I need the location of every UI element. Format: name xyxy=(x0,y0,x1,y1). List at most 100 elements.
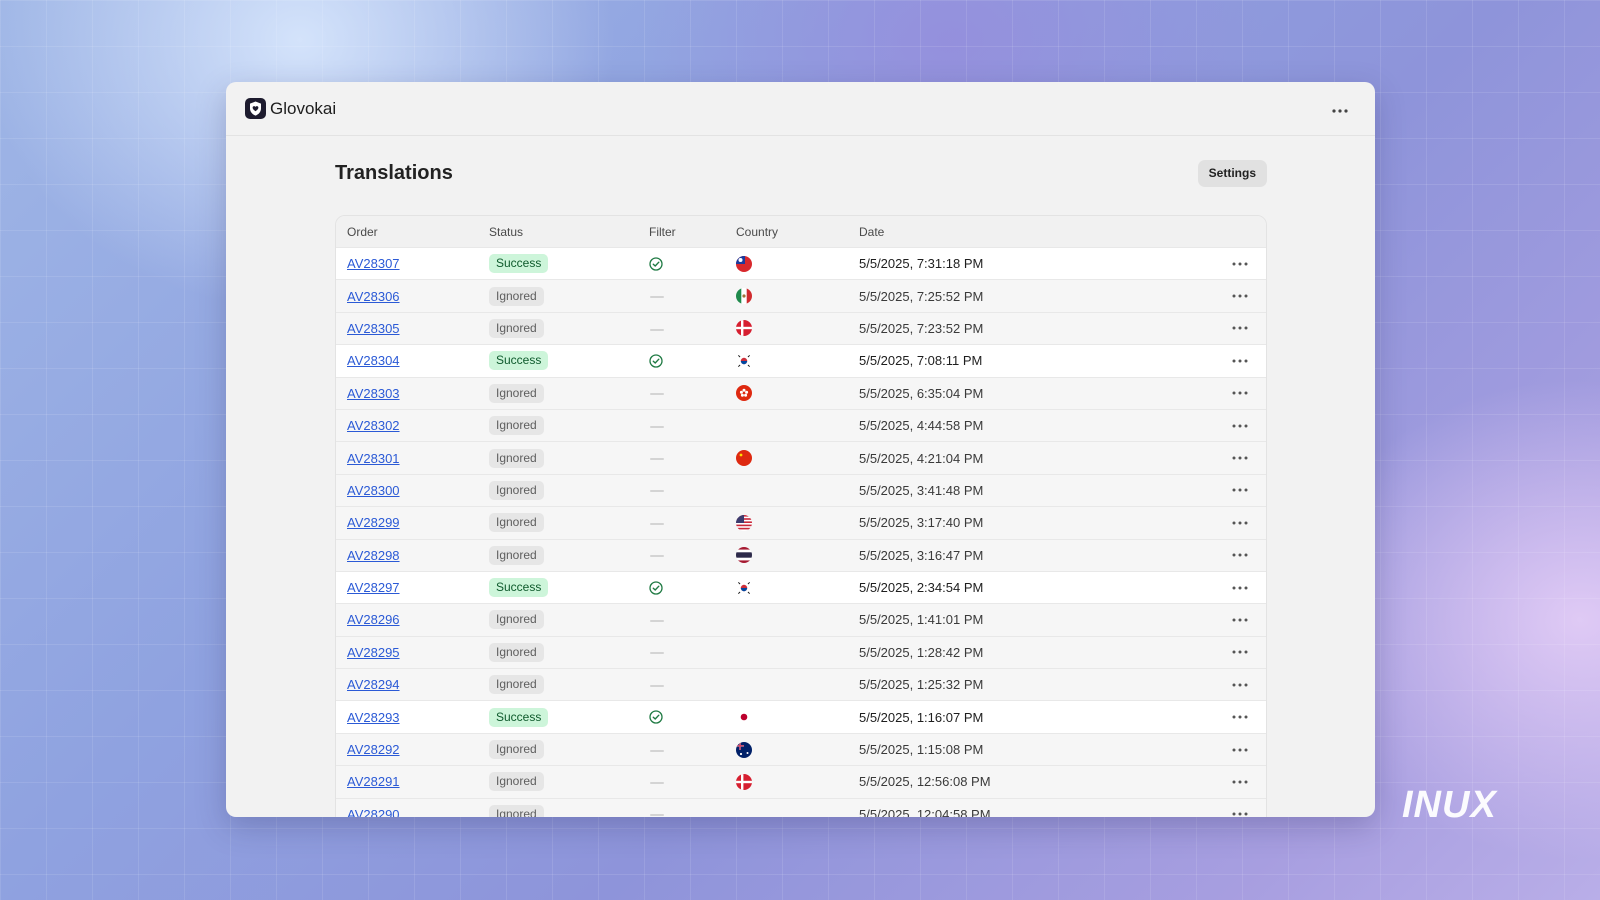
table-row[interactable]: AV28293 Success 5/5/2025, 1:16:07 PM xyxy=(336,700,1266,733)
translations-table: Order Status Filter Country Date AV28307… xyxy=(335,215,1267,817)
status-badge: Ignored xyxy=(489,448,544,468)
dash-icon xyxy=(650,652,664,655)
row-more-icon[interactable] xyxy=(1232,553,1248,557)
row-more-icon[interactable] xyxy=(1232,262,1248,266)
page-title: Translations xyxy=(335,161,453,184)
status-badge: Ignored xyxy=(489,480,544,500)
status-badge: Ignored xyxy=(489,513,544,533)
flag-denmark-icon xyxy=(736,320,752,337)
main-content: Translations Settings Order Status Filte… xyxy=(335,136,1267,817)
table-row[interactable]: AV28291 Ignored 5/5/2025, 12:56:08 PM xyxy=(336,765,1266,797)
row-more-icon[interactable] xyxy=(1232,391,1248,395)
table-row[interactable]: AV28294 Ignored 5/5/2025, 1:25:32 PM xyxy=(336,668,1266,700)
date-cell: 5/5/2025, 1:41:01 PM xyxy=(859,612,984,628)
table-body: AV28307 Success 5/5/2025, 7:31:18 PM AV2830… xyxy=(336,247,1266,817)
order-link[interactable]: AV28306 xyxy=(347,289,400,304)
table-row[interactable]: AV28303 Ignored 5/5/2025, 6:35:04 PM xyxy=(336,376,1266,409)
table-row[interactable]: AV28302 Ignored 5/5/2025, 4:44:58 PM xyxy=(336,408,1266,441)
row-more-icon[interactable] xyxy=(1232,359,1248,363)
dash-icon xyxy=(650,782,664,784)
date-cell: 5/5/2025, 7:08:11 PM xyxy=(859,353,983,369)
date-cell: 5/5/2025, 7:31:18 PM xyxy=(859,256,984,272)
order-link[interactable]: AV28300 xyxy=(347,483,400,498)
date-cell: 5/5/2025, 1:28:42 PM xyxy=(859,644,984,660)
flag-thailand-icon xyxy=(736,547,752,564)
dash-icon xyxy=(650,458,664,461)
order-link[interactable]: AV28295 xyxy=(347,645,400,660)
column-header-filter[interactable]: Filter xyxy=(649,225,736,239)
dash-icon xyxy=(650,522,664,525)
watermark-logo: INUX xyxy=(1402,784,1497,826)
order-link[interactable]: AV28293 xyxy=(347,710,400,725)
date-cell: 5/5/2025, 1:25:32 PM xyxy=(859,677,984,693)
order-link[interactable]: AV28305 xyxy=(347,321,400,336)
row-more-icon[interactable] xyxy=(1232,586,1248,590)
column-header-country[interactable]: Country xyxy=(736,225,859,239)
order-link[interactable]: AV28296 xyxy=(347,612,400,627)
order-link[interactable]: AV28303 xyxy=(347,386,400,401)
row-more-icon[interactable] xyxy=(1232,715,1248,719)
order-link[interactable]: AV28297 xyxy=(347,580,400,595)
dash-icon xyxy=(650,425,664,428)
order-link[interactable]: AV28301 xyxy=(347,451,400,466)
date-cell: 5/5/2025, 6:35:04 PM xyxy=(859,385,984,401)
column-header-date[interactable]: Date xyxy=(859,225,1214,239)
status-badge: Ignored xyxy=(489,772,544,792)
row-more-icon[interactable] xyxy=(1232,521,1248,525)
date-cell: 5/5/2025, 1:15:08 PM xyxy=(859,742,984,758)
settings-button[interactable]: Settings xyxy=(1197,159,1267,187)
order-link[interactable]: AV28292 xyxy=(347,742,400,757)
column-header-order[interactable]: Order xyxy=(336,225,489,239)
date-cell: 5/5/2025, 4:21:04 PM xyxy=(859,450,984,466)
dash-icon xyxy=(650,814,664,817)
column-header-status[interactable]: Status xyxy=(489,225,649,239)
order-link[interactable]: AV28298 xyxy=(347,548,400,563)
order-link[interactable]: AV28304 xyxy=(347,353,400,368)
table-row[interactable]: AV28295 Ignored 5/5/2025, 1:28:42 PM xyxy=(336,635,1266,668)
check-circle-icon xyxy=(649,580,736,595)
row-more-icon[interactable] xyxy=(1232,683,1248,687)
dash-icon xyxy=(650,393,664,396)
date-cell: 5/5/2025, 4:44:58 PM xyxy=(859,418,984,434)
brand[interactable]: Glovokai xyxy=(245,98,336,119)
dash-icon xyxy=(650,749,664,752)
table-row[interactable]: AV28297 Success 5/5/2025, 2:34:54 PM xyxy=(336,570,1266,604)
flag-china-icon xyxy=(736,450,752,467)
dash-icon xyxy=(650,684,664,687)
row-more-icon[interactable] xyxy=(1232,488,1248,492)
table-row[interactable]: AV28305 Ignored 5/5/2025, 7:23:52 PM xyxy=(336,311,1266,344)
table-row[interactable]: AV28300 Ignored 5/5/2025, 3:41:48 PM xyxy=(336,473,1266,506)
order-link[interactable]: AV28291 xyxy=(347,774,400,789)
row-more-icon[interactable] xyxy=(1232,748,1248,752)
title-row: Translations Settings xyxy=(335,136,1267,208)
dash-icon xyxy=(650,490,664,493)
row-more-icon[interactable] xyxy=(1232,780,1248,784)
table-row[interactable]: AV28306 Ignored 5/5/2025, 7:25:52 PM xyxy=(336,279,1266,311)
table-row[interactable]: AV28301 Ignored 5/5/2025, 4:21:04 PM xyxy=(336,441,1266,473)
row-more-icon[interactable] xyxy=(1232,424,1248,428)
table-header-row: Order Status Filter Country Date xyxy=(336,216,1266,247)
row-more-icon[interactable] xyxy=(1232,812,1248,816)
row-more-icon[interactable] xyxy=(1232,650,1248,654)
table-row[interactable]: AV28292 Ignored 5/5/2025, 1:15:08 PM xyxy=(336,732,1266,765)
order-link[interactable]: AV28307 xyxy=(347,256,400,271)
order-link[interactable]: AV28299 xyxy=(347,515,400,530)
dash-icon xyxy=(650,620,664,623)
date-cell: 5/5/2025, 1:16:07 PM xyxy=(859,709,984,725)
order-link[interactable]: AV28294 xyxy=(347,677,400,692)
status-badge: Success xyxy=(489,707,549,727)
order-link[interactable]: AV28302 xyxy=(347,418,400,433)
table-row[interactable]: AV28299 Ignored 5/5/2025, 3:17:40 PM xyxy=(336,506,1266,538)
table-row[interactable]: AV28298 Ignored 5/5/2025, 3:16:47 PM xyxy=(336,538,1266,571)
row-more-icon[interactable] xyxy=(1232,294,1248,298)
row-more-icon[interactable] xyxy=(1232,456,1248,460)
table-row[interactable]: AV28290 Ignored 5/5/2025, 12:04:58 PM xyxy=(336,797,1266,817)
header-more-button[interactable] xyxy=(1325,96,1355,122)
date-cell: 5/5/2025, 3:41:48 PM xyxy=(859,482,984,498)
row-more-icon[interactable] xyxy=(1232,618,1248,622)
order-link[interactable]: AV28290 xyxy=(347,807,400,817)
table-row[interactable]: AV28304 Success 5/5/2025, 7:08:11 PM xyxy=(336,344,1266,377)
table-row[interactable]: AV28296 Ignored 5/5/2025, 1:41:01 PM xyxy=(336,603,1266,635)
table-row[interactable]: AV28307 Success 5/5/2025, 7:31:18 PM xyxy=(336,247,1266,280)
row-more-icon[interactable] xyxy=(1232,326,1248,330)
